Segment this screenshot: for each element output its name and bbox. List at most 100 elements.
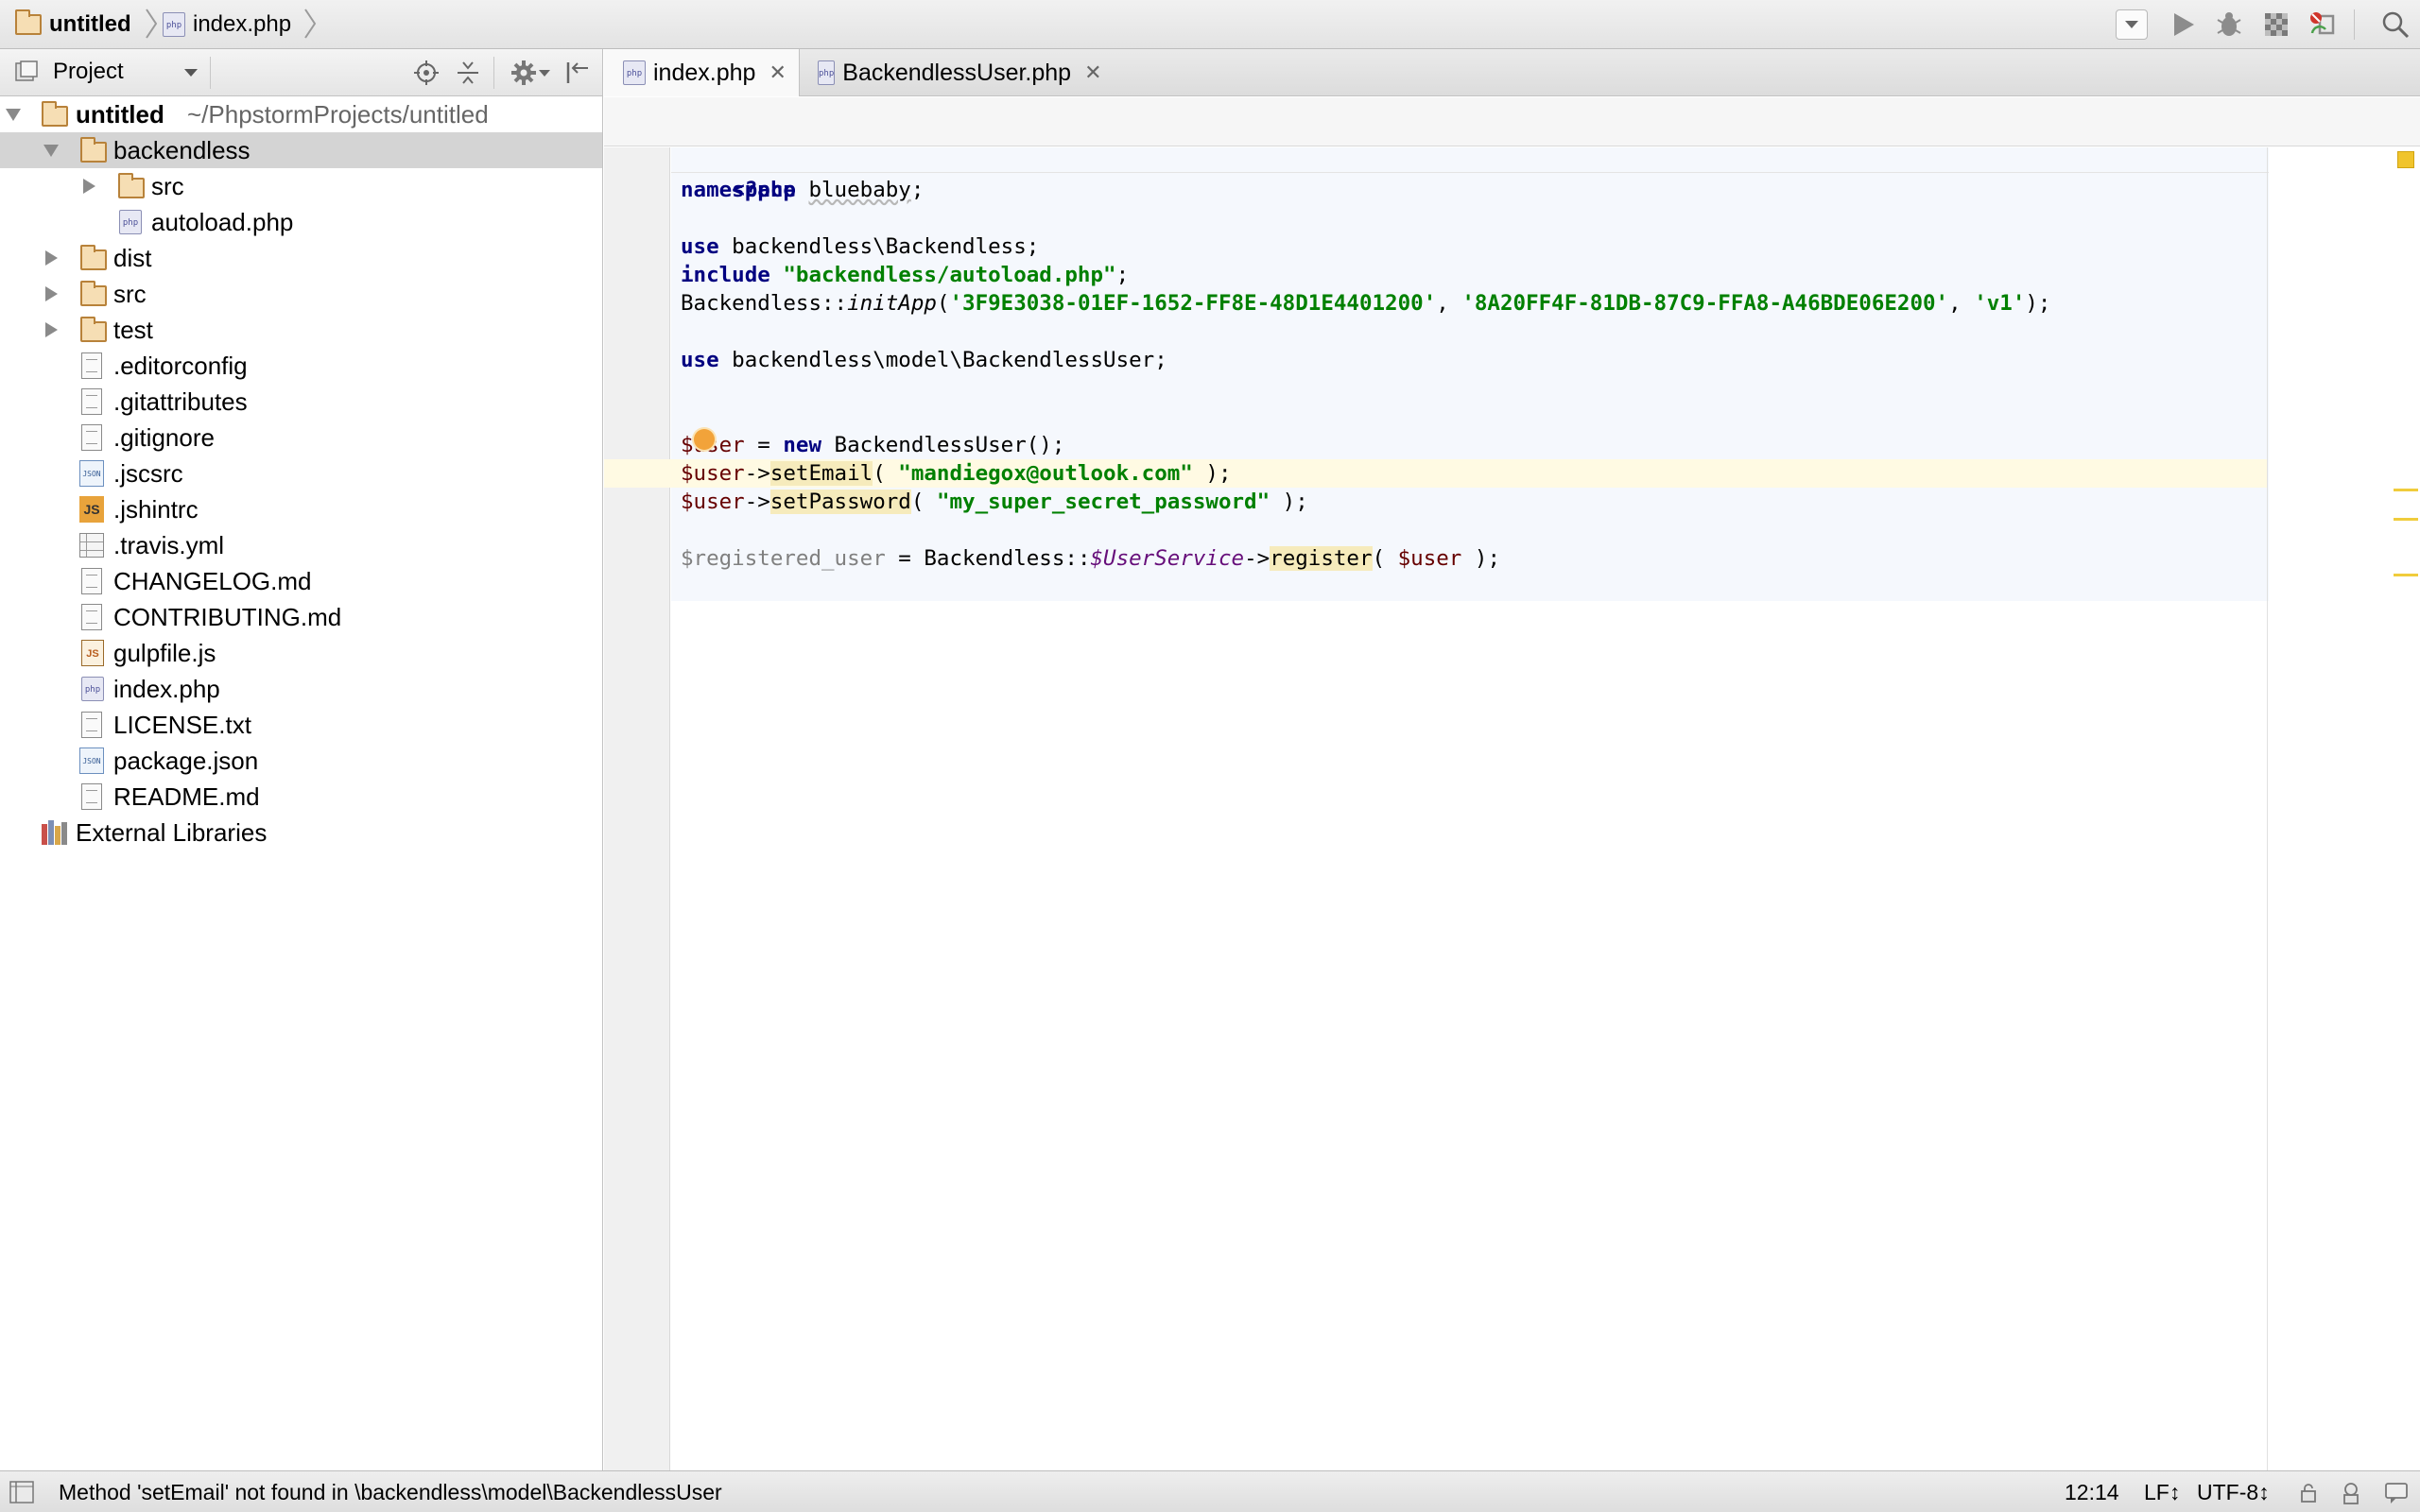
tree-item-test[interactable]: test <box>0 312 602 348</box>
js-file-icon: JS <box>81 640 104 666</box>
tree-item-gitignore[interactable]: .gitignore <box>0 420 602 455</box>
tree-item-gitattributes[interactable]: .gitattributes <box>0 384 602 420</box>
inspector-icon[interactable] <box>2339 1481 2363 1505</box>
status-bar: Method 'setEmail' not found in \backendl… <box>0 1470 2420 1512</box>
php-file-icon: php <box>163 12 185 37</box>
right-margin-guide <box>2267 147 2268 1470</box>
tree-item-license-txt[interactable]: LICENSE.txt <box>0 707 602 743</box>
folder-icon <box>80 317 107 342</box>
tree-item-gulpfile-js[interactable]: JS gulpfile.js <box>0 635 602 671</box>
navigation-bar: untitled php index.php <box>0 0 2420 49</box>
warning-stripe-mark[interactable] <box>2394 489 2418 491</box>
close-icon[interactable]: ✕ <box>1084 60 1101 85</box>
separator-line <box>671 172 2269 173</box>
code-line-1: <?php <box>732 178 796 202</box>
breadcrumb-file[interactable]: php index.php <box>163 9 291 40</box>
yml-file-icon <box>79 533 104 558</box>
scroll-from-source-icon[interactable] <box>414 60 439 85</box>
text-file-icon <box>81 388 102 415</box>
text-file-icon <box>81 712 102 738</box>
code-line-8: use backendless\model\BackendlessUser; <box>681 348 1167 372</box>
tree-item-contributing-md[interactable]: CONTRIBUTING.md <box>0 599 602 635</box>
php-file-icon: php <box>119 210 142 234</box>
chevron-down-icon[interactable] <box>539 70 550 77</box>
breadcrumb-separator-icon <box>304 9 317 39</box>
chevron-down-icon <box>2125 21 2138 28</box>
tree-item-changelog-md[interactable]: CHANGELOG.md <box>0 563 602 599</box>
text-file-icon <box>81 568 102 594</box>
expand-arrow-icon[interactable] <box>45 250 58 266</box>
project-tree: untitled ~/PhpstormProjects/untitled bac… <box>0 96 603 1470</box>
warning-status-icon[interactable] <box>2397 151 2414 168</box>
text-file-icon <box>81 352 102 379</box>
debug-button[interactable] <box>2212 8 2246 42</box>
status-message: Method 'setEmail' not found in \backendl… <box>59 1480 722 1504</box>
json-file-icon: JSON <box>79 460 104 487</box>
intention-bulb-icon[interactable] <box>694 429 715 450</box>
project-panel-header: Project <box>0 49 603 96</box>
tree-item-package-json[interactable]: JSON package.json <box>0 743 602 779</box>
event-log-icon[interactable] <box>2384 1482 2409 1504</box>
text-file-icon <box>81 424 102 451</box>
code-line-6: Backendless::initApp('3F9E3038-01EF-1652… <box>681 291 2051 316</box>
json-file-icon: JSON <box>79 747 104 774</box>
expand-arrow-icon[interactable] <box>6 109 21 121</box>
collapse-all-icon[interactable] <box>456 60 480 85</box>
tab-index-php[interactable]: php index.php ✕ <box>604 49 800 96</box>
gear-icon[interactable] <box>510 60 537 86</box>
tree-item-external-libraries[interactable]: External Libraries <box>0 815 602 850</box>
warning-stripe-mark[interactable] <box>2394 518 2418 521</box>
code-line-2: namespace bluebaby; <box>681 178 925 202</box>
tab-backendlessuser-php[interactable]: php BackendlessUser.php ✕ <box>801 49 1102 96</box>
library-icon <box>42 820 68 845</box>
php-file-icon: php <box>81 677 104 701</box>
folder-icon <box>80 245 107 270</box>
run-button[interactable] <box>2167 8 2201 42</box>
folder-icon <box>80 137 107 163</box>
coverage-button[interactable] <box>2259 8 2293 42</box>
error-stripe[interactable] <box>2269 147 2420 1470</box>
search-everywhere-button[interactable] <box>2378 8 2412 42</box>
tree-root-untitled[interactable]: untitled ~/PhpstormProjects/untitled <box>0 96 602 132</box>
project-icon <box>15 60 38 83</box>
caret-position[interactable]: 12:14 <box>2065 1480 2119 1505</box>
search-icon <box>2382 11 2410 39</box>
php-file-icon: php <box>623 60 646 85</box>
encoding-selector[interactable]: UTF-8↕ <box>2197 1480 2270 1505</box>
tree-item-src[interactable]: src <box>0 276 602 312</box>
editor-gutter <box>604 147 670 1470</box>
folder-icon <box>118 173 145 198</box>
chevron-down-icon[interactable] <box>183 68 199 77</box>
tree-item-backendless[interactable]: backendless <box>0 132 602 168</box>
tree-item-travis-yml[interactable]: .travis.yml <box>0 527 602 563</box>
run-icon <box>2174 13 2194 36</box>
run-configuration-dropdown[interactable] <box>2116 9 2148 40</box>
expand-arrow-icon[interactable] <box>45 286 58 301</box>
tree-item-readme-md[interactable]: README.md <box>0 779 602 815</box>
lock-icon[interactable] <box>2299 1483 2318 1503</box>
tree-item-src[interactable]: src <box>0 168 602 204</box>
php-injection-background <box>671 147 2269 601</box>
text-file-icon <box>81 783 102 810</box>
expand-arrow-icon[interactable] <box>45 322 58 337</box>
line-separator-selector[interactable]: LF↕ <box>2144 1480 2180 1505</box>
project-view-selector[interactable]: Project <box>53 59 124 85</box>
tree-item-autoload-php[interactable]: php autoload.php <box>0 204 602 240</box>
expand-arrow-icon[interactable] <box>43 145 59 157</box>
tree-item-index-php[interactable]: php index.php <box>0 671 602 707</box>
hide-panel-icon[interactable] <box>565 60 590 85</box>
breadcrumb-project[interactable]: untitled <box>15 9 131 40</box>
code-line-12: $user->setEmail( "mandiegox@outlook.com"… <box>681 461 1232 486</box>
close-icon[interactable]: ✕ <box>769 60 786 85</box>
toolbar-divider <box>2354 9 2355 40</box>
tree-item-dist[interactable]: dist <box>0 240 602 276</box>
tree-item-jshintrc[interactable]: JS .jshintrc <box>0 491 602 527</box>
expand-arrow-icon[interactable] <box>83 179 95 194</box>
tree-item-jscsrc[interactable]: JSON .jscsrc <box>0 455 602 491</box>
text-file-icon <box>81 604 102 630</box>
code-editor[interactable]: <?php namespace bluebaby; use backendles… <box>604 147 2269 1470</box>
tree-item-editorconfig[interactable]: .editorconfig <box>0 348 602 384</box>
stop-button[interactable] <box>2307 8 2341 42</box>
tool-windows-toggle-icon[interactable] <box>9 1481 34 1503</box>
warning-stripe-mark[interactable] <box>2394 574 2418 576</box>
